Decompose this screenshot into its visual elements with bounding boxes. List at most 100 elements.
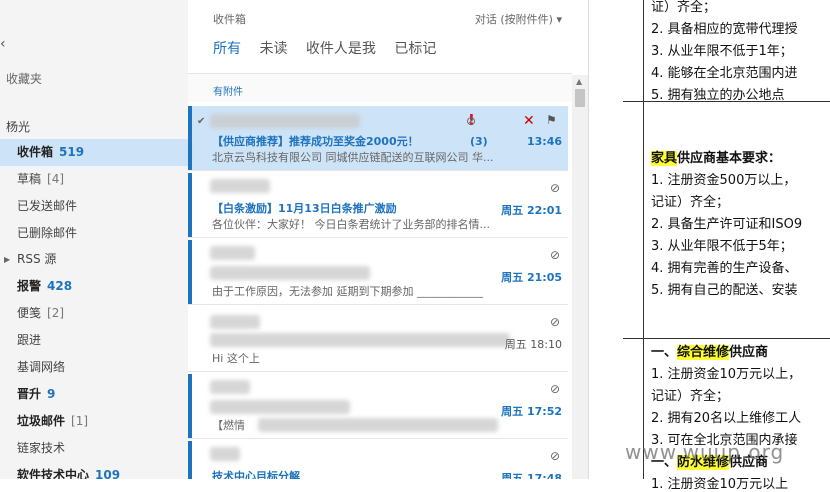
- attachment-icon: ⊘: [465, 114, 476, 128]
- group-header[interactable]: 有附件: [188, 73, 572, 102]
- folder-jidiao[interactable]: 基调网络: [0, 354, 188, 381]
- scrollbar[interactable]: ▲: [572, 75, 588, 479]
- section-title: 供应商: [729, 345, 769, 360]
- folder-sent[interactable]: 已发送邮件: [0, 193, 188, 220]
- message-subject: 技术中心目标分解: [212, 470, 300, 479]
- sort-dropdown[interactable]: 对话 (按附件件) ▾: [475, 11, 562, 27]
- doc-line: 4. 能够在全北京范围内进: [651, 66, 798, 81]
- doc-line: 1. 注册资金10万元以上: [651, 477, 789, 492]
- folder-notes[interactable]: 便笺 [2]: [0, 300, 188, 327]
- message-preview: 【燃情: [212, 419, 245, 432]
- sort-label: 对话 (按附件件): [474, 13, 553, 26]
- folder-junk[interactable]: 垃圾邮件 [1]: [0, 408, 188, 435]
- list-folder-header: 收件箱: [213, 13, 246, 26]
- folder-count: [4]: [47, 172, 65, 186]
- folder-label: 草稿: [17, 172, 42, 186]
- doc-line: 1. 注册资金10万元以上，: [651, 367, 802, 382]
- folder-label: 垃圾邮件: [17, 414, 66, 428]
- blurred-sender: [210, 380, 250, 394]
- folder-label: 晋升: [17, 387, 42, 401]
- section-heading: 家具供应商基本要求：: [651, 147, 781, 166]
- attachment-icon: ⊘: [549, 315, 560, 329]
- scroll-thumb[interactable]: [575, 89, 585, 107]
- favorites-header[interactable]: 收藏夹: [6, 70, 42, 87]
- folder-followup[interactable]: 跟进: [0, 327, 188, 354]
- message-item[interactable]: ⊘ 技术中心目标分解 周五 17:48: [188, 441, 568, 479]
- folder-deleted[interactable]: 已删除邮件: [0, 220, 188, 247]
- folder-rss[interactable]: ▶ RSS 源: [0, 246, 188, 273]
- section-prefix: 一、: [651, 345, 678, 360]
- folder-label: 已发送邮件: [17, 199, 78, 213]
- filter-flagged[interactable]: 已标记: [394, 41, 436, 57]
- unread-bar: [188, 173, 192, 237]
- folder-lianjia-tech[interactable]: 链家技术: [0, 435, 188, 462]
- folder-count: [1]: [71, 414, 89, 428]
- section-title: 供应商基本要求：: [677, 151, 782, 166]
- filter-tabs: 所有 未读 收件人是我 已标记: [213, 38, 450, 58]
- doc-line: 3. 从业年限不低于5年；: [651, 239, 793, 254]
- expand-arrow-icon[interactable]: ▶: [4, 246, 10, 273]
- folder-count: 9: [47, 387, 56, 401]
- message-item[interactable]: ⊘ 【白条激励】11月13日白条推广激励 周五 22:01 各位伙伴：大家好！ …: [188, 173, 568, 238]
- unread-bar: [188, 106, 192, 170]
- delete-icon[interactable]: ✕: [523, 113, 535, 129]
- filter-all[interactable]: 所有: [213, 41, 241, 57]
- attachment-icon: ⊘: [549, 449, 560, 463]
- section-heading: 一、综合维修供应商: [651, 341, 768, 360]
- message-list-pane: 收件箱 对话 (按附件件) ▾ 所有 未读 收件人是我 已标记 有附件 ✔ ! …: [188, 0, 588, 479]
- doc-line: 记证）齐全；: [651, 389, 730, 404]
- blurred-subject: [210, 266, 370, 280]
- folder-inbox[interactable]: 收件箱 519: [0, 139, 188, 166]
- blurred-sender: [210, 114, 360, 128]
- doc-line: 3. 从业年限不低于1年；: [651, 44, 793, 59]
- doc-line: 2. 具备相应的宽带代理授: [651, 22, 798, 37]
- folder-count: 428: [47, 279, 73, 293]
- folder-promotion[interactable]: 晋升 9: [0, 381, 188, 408]
- message-time: 13:46: [526, 135, 562, 148]
- message-item[interactable]: ⊘ 周五 17:52 【燃情: [188, 374, 568, 439]
- folder-drafts[interactable]: 草稿 [4]: [0, 166, 188, 193]
- chevron-down-icon: ▾: [556, 13, 562, 26]
- check-icon: ✔: [197, 116, 206, 127]
- attachment-icon: ⊘: [549, 382, 560, 396]
- folder-label: 基调网络: [17, 360, 66, 374]
- folder-software-center[interactable]: 软件技术中心 109: [0, 462, 188, 479]
- scroll-up-arrow-icon[interactable]: ▲: [576, 77, 582, 86]
- thread-count: (3): [470, 135, 488, 148]
- unread-bar: [188, 374, 192, 438]
- folder-label: 收件箱: [17, 145, 54, 159]
- attachment-icon: ⊘: [549, 248, 560, 262]
- folder-count: 109: [95, 468, 121, 479]
- filter-unread[interactable]: 未读: [259, 41, 287, 57]
- doc-line: 5. 拥有独立的办公地点: [651, 88, 785, 103]
- message-item[interactable]: ✔ ! ⊘ ✕ ⚑ 【供应商推荐】推荐成功至奖金2000元！ (3) 13:46…: [188, 106, 568, 171]
- message-subject: 【白条激励】11月13日白条推广激励: [212, 202, 397, 215]
- doc-line: 记证）齐全；: [651, 195, 730, 210]
- folder-count: 519: [59, 145, 85, 159]
- blurred-subject: [210, 400, 350, 414]
- doc-line: 2. 具备生产许可证和ISO9: [651, 217, 803, 232]
- folder-count: [2]: [47, 306, 65, 320]
- message-time: 周五 17:48: [501, 472, 562, 479]
- folder-alerts[interactable]: 报警 428: [0, 273, 188, 300]
- reading-pane-document: 证）齐全； 2. 具备相应的宽带代理授 3. 从业年限不低于1年； 4. 能够在…: [588, 0, 830, 492]
- collapse-pane-icon[interactable]: ‹: [0, 36, 6, 52]
- blurred-sender: [210, 447, 240, 461]
- folder-label: 便笺: [17, 306, 42, 320]
- message-item[interactable]: ⊘ 周五 21:05 由于工作原因，无法参加 延期到下期参加 _________…: [188, 240, 568, 305]
- message-preview: Hi 这个上: [212, 352, 260, 365]
- message-item[interactable]: ⊘ 周五 18:10 Hi 这个上: [188, 307, 568, 372]
- highlighted-term: 家具: [651, 151, 678, 166]
- watermark: www.wuup.org: [625, 440, 785, 464]
- flag-icon[interactable]: ⚑: [546, 113, 557, 127]
- folder-label: 已删除邮件: [17, 226, 78, 240]
- folder-label: RSS 源: [17, 252, 57, 266]
- highlighted-term: 综合维修: [677, 345, 730, 360]
- filter-to-me[interactable]: 收件人是我: [306, 41, 376, 57]
- doc-line: 2. 拥有20名以上维修工人: [651, 411, 802, 426]
- table-row-border: [623, 338, 830, 339]
- doc-line: 1. 注册资金500万以上，: [651, 173, 797, 188]
- message-preview: 各位伙伴：大家好！ 今日白条君统计了业务部的排名情...: [212, 218, 490, 231]
- doc-line: 4. 拥有完善的生产设备、: [651, 261, 798, 276]
- account-name[interactable]: 杨光: [6, 118, 30, 135]
